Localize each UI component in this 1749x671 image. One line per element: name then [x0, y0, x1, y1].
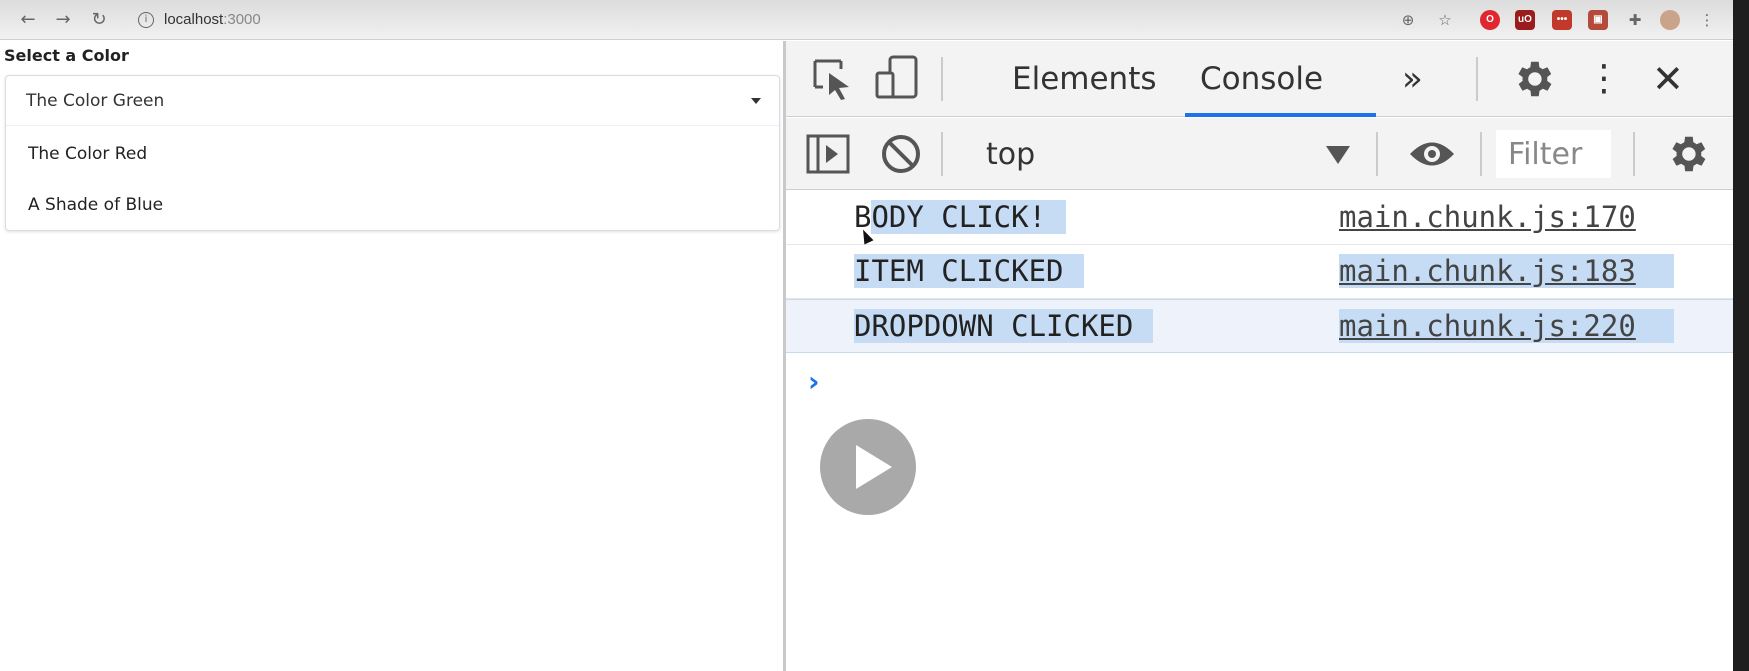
avatar[interactable]	[1660, 10, 1680, 30]
close-icon[interactable]: ✕	[1652, 41, 1684, 117]
ublock-icon[interactable]: uO	[1515, 10, 1535, 30]
separator	[1633, 132, 1635, 176]
forward-icon[interactable]: →	[51, 8, 75, 32]
separator	[1376, 132, 1378, 176]
opera-icon[interactable]: O	[1480, 10, 1500, 30]
dropdown-option-label: The Color Red	[28, 144, 148, 164]
tab-console[interactable]: Console	[1200, 41, 1323, 117]
clear-console-icon[interactable]	[880, 133, 922, 175]
zoom-icon[interactable]: ⊕	[1398, 10, 1418, 30]
address-bar[interactable]: localhost:3000	[164, 11, 261, 28]
more-tabs-icon[interactable]: »	[1402, 41, 1423, 117]
browser-toolbar: ← → ↻ i localhost:3000 ⊕ ☆ O uO ••• ▣ ✚ …	[0, 0, 1733, 40]
separator	[941, 57, 943, 101]
filter-placeholder: Filter	[1508, 137, 1583, 172]
console-log-source-link[interactable]: main.chunk.js:183	[1339, 254, 1674, 288]
sidebar-toggle-icon[interactable]	[806, 134, 850, 174]
dropdown-selected-text: The Color Green	[26, 91, 165, 111]
more-vert-icon[interactable]: ⋮	[1697, 10, 1717, 30]
play-icon	[856, 445, 892, 489]
console-log-message: ITEM CLICKED	[854, 254, 1084, 288]
dropdown-option-label: A Shade of Blue	[28, 195, 164, 215]
device-toolbar-icon[interactable]	[874, 55, 920, 101]
app-page: Select a Color The Color Green The Color…	[0, 41, 783, 671]
console-log-source-link[interactable]: main.chunk.js:170	[1339, 200, 1636, 234]
console-log-row[interactable]: DROPDOWN CLICKED main.chunk.js:220	[786, 299, 1733, 353]
caret-down-icon[interactable]	[751, 98, 761, 104]
reload-icon[interactable]: ↻	[87, 8, 111, 32]
log-selected-part: ODY CLICK!	[871, 200, 1067, 234]
devtools-panel: Elements Console » ⋮ ✕ top Filter BODY C…	[783, 41, 1733, 671]
url-host: localhost	[164, 11, 224, 28]
back-icon[interactable]: ←	[16, 8, 40, 32]
console-toolbar: top Filter	[786, 118, 1733, 190]
tab-elements[interactable]: Elements	[1012, 41, 1157, 117]
console-log-row[interactable]: ITEM CLICKED main.chunk.js:183	[786, 245, 1733, 299]
info-icon[interactable]: i	[138, 12, 154, 28]
puzzle-icon[interactable]: ✚	[1625, 10, 1645, 30]
caret-down-icon[interactable]	[1326, 146, 1350, 164]
url-port: :3000	[223, 11, 261, 28]
separator	[941, 132, 943, 176]
star-icon[interactable]: ☆	[1435, 10, 1455, 30]
console-log-row[interactable]: BODY CLICK! main.chunk.js:170	[786, 191, 1733, 245]
dropdown-option[interactable]: The Color Red	[6, 128, 779, 178]
console-log-message: BODY CLICK!	[854, 200, 1086, 234]
console-settings-gear-icon[interactable]	[1664, 131, 1710, 177]
screen: ← → ↻ i localhost:3000 ⊕ ☆ O uO ••• ▣ ✚ …	[0, 0, 1733, 671]
console-log-source-link[interactable]: main.chunk.js:220	[1339, 309, 1674, 343]
more-vert-icon[interactable]: ⋮	[1586, 41, 1622, 117]
color-dropdown[interactable]: The Color Green The Color Red A Shade of…	[5, 75, 780, 231]
ext-red-icon[interactable]: •••	[1552, 10, 1572, 30]
console-log-message: DROPDOWN CLICKED	[854, 309, 1154, 343]
filter-input[interactable]: Filter	[1496, 130, 1611, 178]
dropdown-selected[interactable]: The Color Green	[6, 76, 779, 126]
eye-icon[interactable]	[1407, 137, 1457, 171]
select-label: Select a Color	[4, 46, 129, 65]
console-prompt-icon[interactable]: ›	[808, 365, 820, 398]
ext-photo-icon[interactable]: ▣	[1588, 10, 1608, 30]
inspect-element-icon[interactable]	[811, 57, 853, 101]
separator	[1476, 57, 1478, 101]
devtools-tabbar: Elements Console » ⋮ ✕	[786, 41, 1733, 117]
settings-gear-icon[interactable]	[1510, 56, 1556, 102]
context-select[interactable]: top	[986, 137, 1035, 172]
active-tab-indicator	[1185, 113, 1376, 117]
dropdown-option[interactable]: A Shade of Blue	[6, 179, 779, 229]
separator	[1480, 132, 1482, 176]
video-play-button[interactable]	[820, 419, 916, 515]
